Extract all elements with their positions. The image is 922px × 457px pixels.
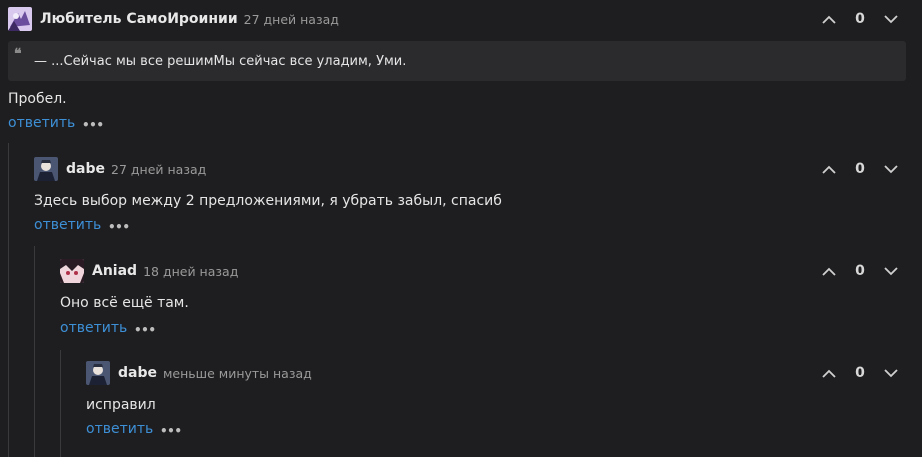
comment-header: Aniad 18 дней назад [60, 259, 238, 283]
thread-line[interactable] [34, 246, 35, 457]
avatar[interactable] [34, 157, 58, 181]
comment-text: исправил [86, 397, 156, 413]
more-dots-icon[interactable]: ••• [108, 220, 130, 234]
quote-block: ❝ — ...Сейчас мы все решимМы сейчас все … [8, 41, 906, 81]
comment-text: Оно всё ещё там. [60, 295, 189, 311]
comment-thread: Любитель СамоИроинии 27 дней назад 0 ❝ —… [0, 0, 922, 457]
vote-score: 0 [855, 365, 865, 381]
vote-score: 0 [855, 263, 865, 279]
more-dots-icon[interactable]: ••• [134, 323, 156, 337]
more-dots-icon[interactable]: ••• [82, 118, 104, 132]
chevron-up-icon[interactable] [820, 10, 838, 28]
reply-button[interactable]: ответить [8, 115, 75, 131]
chevron-down-icon[interactable] [882, 10, 900, 28]
avatar[interactable] [8, 7, 32, 31]
comment-header: Любитель СамоИроинии 27 дней назад [8, 7, 339, 31]
reply-button[interactable]: ответить [86, 421, 153, 437]
vote-controls: 0 [820, 7, 900, 31]
timestamp[interactable]: 27 дней назад [111, 162, 206, 177]
avatar[interactable] [86, 361, 110, 385]
vote-controls: 0 [820, 157, 900, 181]
thread-line[interactable] [8, 143, 9, 457]
chevron-down-icon[interactable] [882, 262, 900, 280]
comment-text: Пробел. [8, 91, 67, 107]
comment-header: dabe 27 дней назад [34, 157, 206, 181]
chevron-up-icon[interactable] [820, 160, 838, 178]
author-name[interactable]: Aniad [92, 263, 137, 279]
quote-text: — ...Сейчас мы все решимМы сейчас все ул… [34, 53, 407, 69]
reply-button[interactable]: ответить [34, 217, 101, 233]
author-name[interactable]: dabe [66, 161, 105, 177]
quote-icon: ❝ [14, 46, 22, 62]
chevron-up-icon[interactable] [820, 364, 838, 382]
author-name[interactable]: Любитель СамоИроинии [40, 11, 238, 27]
vote-controls: 0 [820, 361, 900, 385]
thread-line[interactable] [60, 350, 61, 457]
chevron-down-icon[interactable] [882, 160, 900, 178]
vote-controls: 0 [820, 259, 900, 283]
more-dots-icon[interactable]: ••• [160, 424, 182, 438]
chevron-up-icon[interactable] [820, 262, 838, 280]
chevron-down-icon[interactable] [882, 364, 900, 382]
avatar[interactable] [60, 259, 84, 283]
comment-header: dabe меньше минуты назад [86, 361, 312, 385]
reply-button[interactable]: ответить [60, 320, 127, 336]
author-name[interactable]: dabe [118, 365, 157, 381]
vote-score: 0 [855, 161, 865, 177]
timestamp[interactable]: 18 дней назад [143, 264, 238, 279]
timestamp[interactable]: меньше минуты назад [163, 366, 312, 381]
timestamp[interactable]: 27 дней назад [244, 12, 339, 27]
comment-text: Здесь выбор между 2 предложениями, я убр… [34, 193, 502, 209]
vote-score: 0 [855, 11, 865, 27]
